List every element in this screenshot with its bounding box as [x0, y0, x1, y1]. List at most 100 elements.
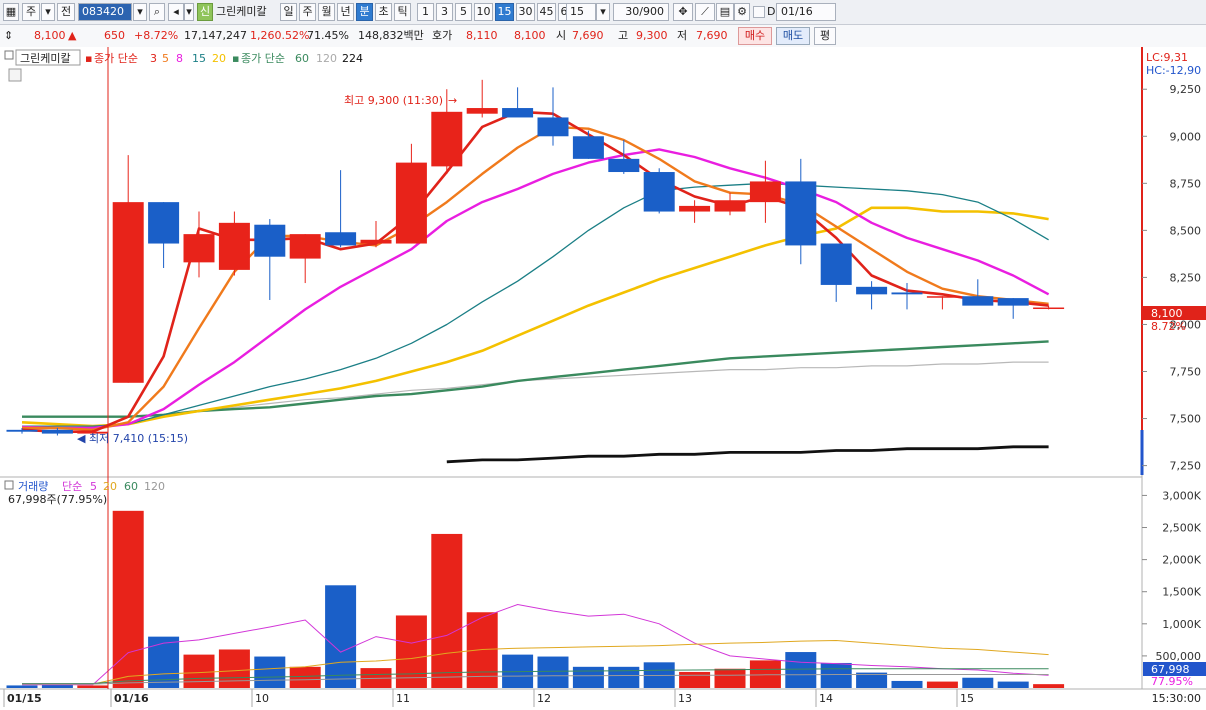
candle-body — [41, 429, 73, 434]
layout-icon[interactable]: ▦ — [3, 3, 19, 21]
candle-body — [856, 286, 888, 295]
price-axis-label: 8,500 — [1170, 224, 1202, 237]
vol-legend-ma-5: 5 — [90, 480, 97, 493]
open-price: 7,690 — [572, 29, 604, 42]
candle-body — [572, 136, 604, 159]
minute-button-15[interactable]: 15 — [495, 3, 514, 21]
price-axis-label: 8,250 — [1170, 271, 1202, 284]
candle-body — [360, 239, 392, 244]
legend-ma-close-label: 종가 단순 — [94, 52, 138, 65]
period-button-0[interactable]: 일 — [280, 3, 297, 21]
vol-legend-ma-label: 단순 — [62, 480, 82, 493]
legend-ma-224: 224 — [342, 52, 363, 65]
search-icon[interactable]: ⌕ — [149, 3, 165, 21]
volume-bar — [572, 666, 604, 688]
time-axis-label: 11 — [396, 692, 410, 705]
candle-body — [431, 111, 463, 167]
stock-name: 그린케미칼 — [216, 5, 267, 18]
date-input[interactable]: 01/16 — [776, 3, 836, 21]
period-button-4[interactable]: 분 — [356, 3, 373, 21]
legend-ma-60: 60 — [295, 52, 309, 65]
candle-body — [218, 222, 250, 270]
bid-price: 8,110 — [466, 29, 498, 42]
volume-bar — [77, 685, 109, 688]
up-arrow-icon: ▲ — [68, 29, 77, 42]
vol-axis-label: 500,000 — [1156, 650, 1202, 663]
legend-stock-name: 그린케미칼 — [20, 52, 71, 65]
candle-body — [820, 243, 852, 285]
stock-code-input[interactable]: 083420 — [78, 3, 132, 21]
candle-body — [395, 162, 427, 244]
high-price: 9,300 — [636, 29, 668, 42]
vol-legend-ma-60: 60 — [124, 480, 138, 493]
vol-current: 67,998주(77.95%) — [8, 493, 107, 506]
sound-icon[interactable]: ◂ — [168, 3, 184, 21]
ma-color-dot-2: ▪ — [232, 52, 239, 65]
candle-body — [679, 205, 711, 212]
hoga-label: 호가 — [432, 29, 453, 42]
period-button-5[interactable]: 초 — [375, 3, 392, 21]
minute-button-30[interactable]: 30 — [516, 3, 535, 21]
candle-body — [643, 172, 675, 212]
minute-button-3[interactable]: 3 — [436, 3, 453, 21]
candle-body — [502, 108, 534, 118]
eval-button[interactable]: 평 — [814, 27, 836, 45]
low-annotation: 최저 7,410 (15:15) — [89, 432, 188, 445]
grid-tool-icon[interactable]: ▤ — [716, 3, 734, 21]
prev-button[interactable]: 전 — [57, 3, 75, 21]
minute-button-5[interactable]: 5 — [455, 3, 472, 21]
minute-button-45[interactable]: 45 — [537, 3, 556, 21]
time-axis-label: 01/15 — [7, 692, 42, 705]
ask-price: 8,100 — [514, 29, 546, 42]
code-dropdown-icon[interactable]: ▾ — [133, 3, 147, 21]
minute-button-1[interactable]: 1 — [417, 3, 434, 21]
market-dropdown-icon[interactable]: ▾ — [41, 3, 55, 21]
vol-axis-label: 1,000K — [1162, 618, 1201, 631]
legend-ma-5: 5 — [162, 52, 169, 65]
current-time-label: 15:30:00 — [1152, 692, 1201, 705]
buy-button[interactable]: 매수 — [738, 27, 772, 45]
candle-body — [6, 429, 38, 432]
pan-tool-icon[interactable]: ✥ — [673, 3, 693, 21]
sound-dropdown-icon[interactable]: ▾ — [184, 3, 194, 21]
candle — [643, 168, 675, 214]
chart-area[interactable]: 그린케미칼 ▪ 종가 단순 3 5 8 15 20 ▪ 종가 단순 60 120… — [0, 47, 1206, 707]
vol-legend-ma-120: 120 — [144, 480, 165, 493]
candle-body — [608, 158, 640, 173]
candle-body — [997, 298, 1029, 306]
price-axis-label: 7,250 — [1170, 460, 1202, 473]
period-button-1[interactable]: 주 — [299, 3, 316, 21]
candle-body — [785, 181, 817, 246]
sell-button[interactable]: 매도 — [776, 27, 810, 45]
time-axis-label: 10 — [255, 692, 269, 705]
price-tag: 8,100 — [1151, 307, 1183, 320]
period-button-3[interactable]: 년 — [337, 3, 354, 21]
period-button-2[interactable]: 월 — [318, 3, 335, 21]
candle-body — [466, 108, 498, 114]
d-checkbox[interactable] — [753, 6, 765, 18]
vol-axis-label: 2,000K — [1162, 554, 1201, 567]
gear-icon[interactable]: ⚙ — [734, 3, 750, 21]
trade-amount: 148,832백만 — [358, 29, 424, 42]
price-axis-label: 8,750 — [1170, 177, 1202, 190]
count-input[interactable]: 30/900 — [613, 3, 669, 21]
market-select[interactable]: 주 — [22, 3, 40, 21]
price-axis-label: 7,750 — [1170, 366, 1202, 379]
candle-body — [254, 224, 286, 257]
volume-bar — [608, 666, 640, 688]
candle-body — [891, 292, 923, 295]
period-button-6[interactable]: 틱 — [394, 3, 411, 21]
candle-body — [183, 234, 215, 263]
minute-dropdown-icon[interactable]: ▾ — [596, 3, 610, 21]
time-axis-label: 01/16 — [114, 692, 149, 705]
minute-button-10[interactable]: 10 — [474, 3, 493, 21]
price-axis-label: 9,250 — [1170, 83, 1202, 96]
minute-input[interactable]: 15 — [566, 3, 596, 21]
legend-ma-3: 3 — [150, 52, 157, 65]
volume-bar — [749, 660, 781, 688]
line-tool-icon[interactable]: ⟋ — [695, 3, 715, 21]
price-volume-chart[interactable]: 그린케미칼 ▪ 종가 단순 3 5 8 15 20 ▪ 종가 단순 60 120… — [0, 47, 1206, 707]
candle-body — [112, 202, 144, 383]
legend-ma-15: 15 — [192, 52, 206, 65]
vol-legend-ma-20: 20 — [103, 480, 117, 493]
